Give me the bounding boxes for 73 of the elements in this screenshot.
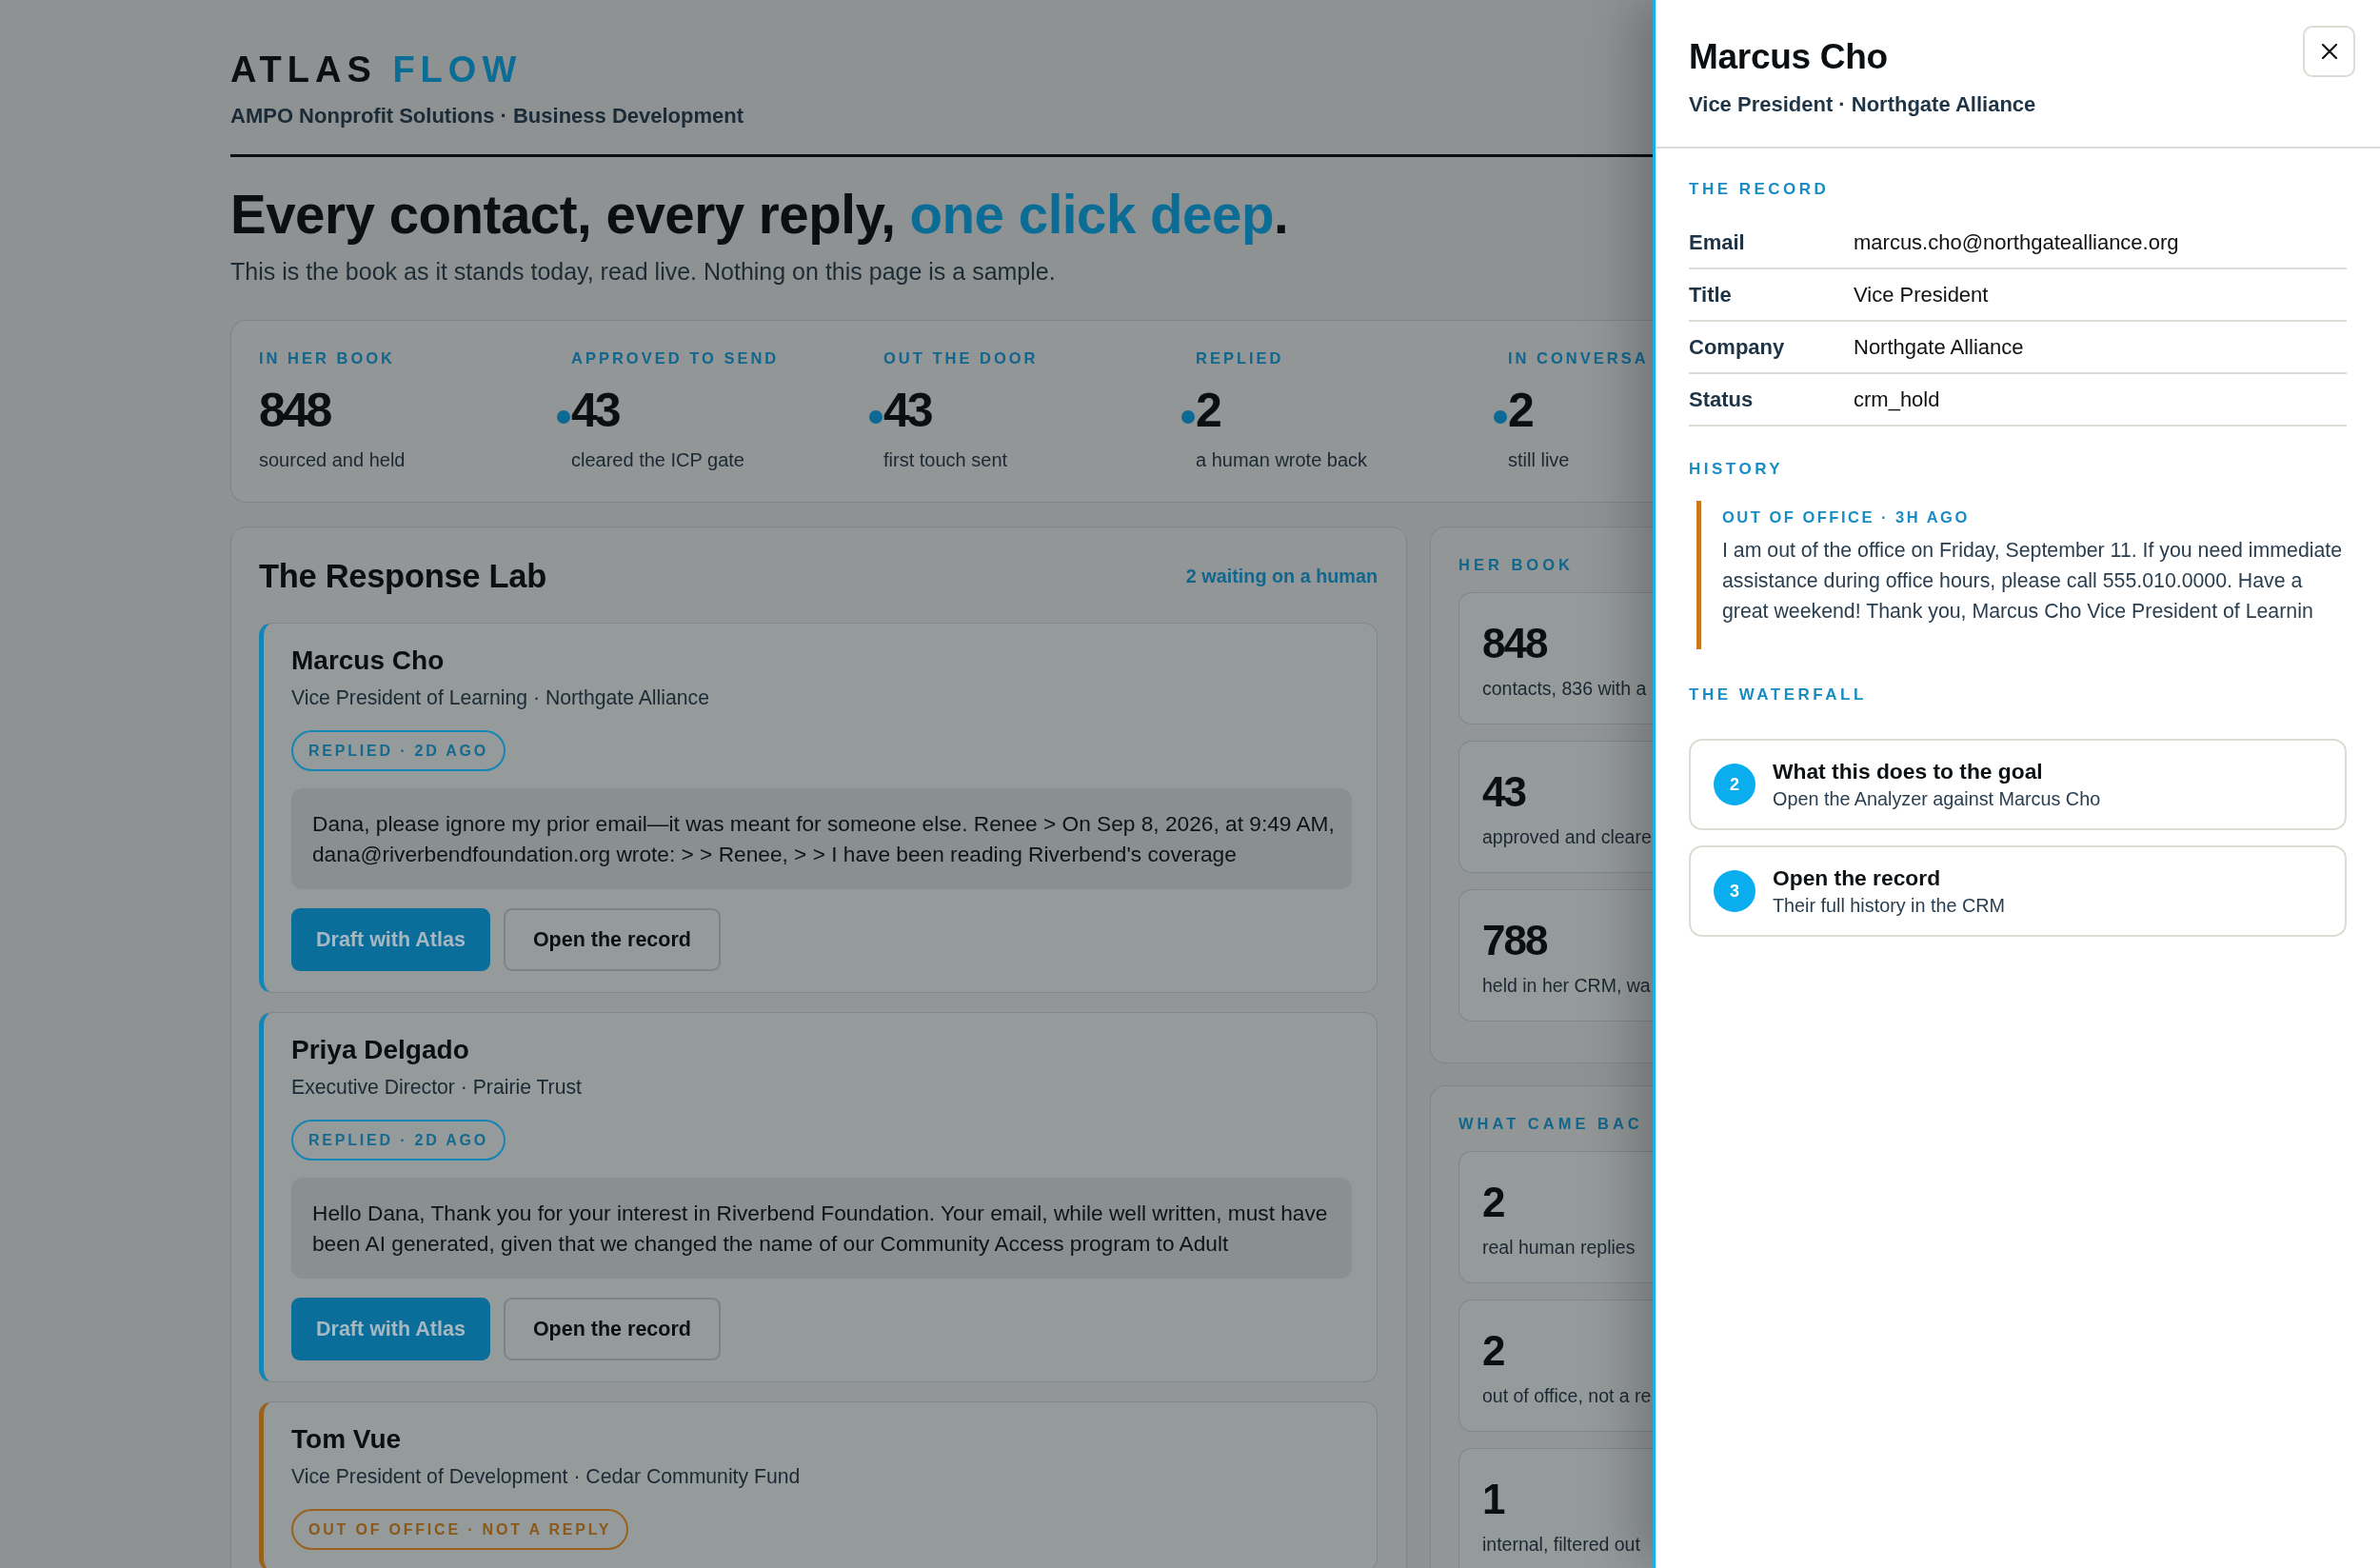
intro-text: This is the book as it stands today, read live. Nothing on this page is a sample.: [230, 257, 1056, 286]
contact-role: Executive Director · Prairie Trust: [291, 1075, 582, 1100]
field-label: Email: [1689, 230, 1745, 255]
field-label: Company: [1689, 335, 1785, 360]
waiting-count: 2 waiting on a human: [1185, 565, 1378, 587]
field-label: Status: [1689, 387, 1754, 412]
step-title: Open the record: [1773, 865, 1941, 890]
metric-value: 788: [1482, 919, 1547, 963]
stat-label: IN HER BOOK: [259, 348, 395, 367]
step-description: Open the Analyzer against Marcus Cho: [1773, 787, 2101, 810]
step-title: What this does to the goal: [1773, 759, 2043, 784]
metric-value: 2: [1482, 1329, 1504, 1373]
stat-caption: a human wrote back: [1196, 449, 1368, 470]
panel-label: HER BOOK: [1458, 556, 1574, 573]
stat-label: REPLIED: [1196, 348, 1284, 367]
stat-value: 43: [571, 386, 619, 435]
section-title: THE WATERFALL: [1689, 686, 1867, 704]
stat-value: 848: [259, 386, 330, 435]
step-number: 3: [1714, 870, 1755, 912]
metric-value: 2: [1482, 1181, 1504, 1224]
contact-role: Vice President of Development · Cedar Community Fund: [291, 1464, 801, 1489]
panel-title: The Response Lab: [259, 557, 546, 595]
step-description: Their full history in the CRM: [1773, 894, 2006, 917]
close-button[interactable]: [2303, 26, 2355, 77]
section-title: THE RECORD: [1689, 181, 1830, 198]
status-tag: REPLIED · 2D AGO: [291, 1120, 506, 1161]
metric-caption: approved and cleare: [1482, 826, 1652, 847]
open-record-button[interactable]: Open the record: [503, 1298, 721, 1360]
stat-value: 2: [1508, 386, 1532, 435]
metric-caption: real human replies: [1482, 1237, 1636, 1258]
contact-name: Priya Delgado: [291, 1034, 469, 1066]
stat-caption: sourced and held: [259, 449, 406, 470]
stat-label: APPROVED TO SEND: [571, 348, 780, 367]
field-value: Northgate Alliance: [1854, 335, 2024, 360]
organization-subtitle: AMPO Nonprofit Solutions · Business Development: [230, 105, 744, 128]
stat-value: 2: [1196, 386, 1220, 435]
waterfall-step[interactable]: 3 Open the record Their full history in the CRM: [1689, 845, 2347, 937]
contact-role: Vice President of Learning · Northgate Alliance: [291, 685, 709, 710]
message-preview: Hello Dana, Thank you for your interest in Riverbend Foundation. Your email, while well written, must have been AI generated, given that we changed the name of our Community Access program to Adult: [291, 1178, 1352, 1279]
metric-caption: contacts, 836 with a: [1482, 678, 1647, 699]
history-text: I am out of the office on Friday, September 11. If you need immediate assistance during office hours, please call 555.010.0000. Have a great weekend! Thank you, Marcus Cho Vice President of Learnin: [1722, 538, 2344, 625]
drawer-subtitle: Vice President · Northgate Alliance: [1689, 92, 2036, 117]
stat-value: 43: [883, 386, 931, 435]
stat-label: OUT THE DOOR: [883, 348, 1039, 367]
metric-caption: internal, filtered out: [1482, 1534, 1640, 1555]
status-tag: OUT OF OFFICE · NOT A REPLY: [291, 1509, 629, 1550]
panel-label: WHAT CAME BAC: [1458, 1115, 1643, 1132]
metric-value: 848: [1482, 622, 1547, 665]
open-record-button[interactable]: Open the record: [503, 908, 721, 971]
drawer-title: Marcus Cho: [1689, 36, 1889, 78]
metric-value: 1: [1482, 1478, 1504, 1521]
metric-caption: held in her CRM, wa: [1482, 975, 1651, 996]
status-tag: REPLIED · 2D AGO: [291, 730, 506, 771]
contact-name: Marcus Cho: [291, 645, 445, 677]
field-value: marcus.cho@northgatealliance.org: [1854, 230, 2179, 255]
metric-value: 43: [1482, 770, 1525, 814]
brand-name: ATLAS FLOW: [230, 49, 523, 90]
step-number: 2: [1714, 764, 1755, 805]
message-preview: Dana, please ignore my prior email—it was meant for someone else. Renee > On Sep 8, 2026, at 9:49 AM, dana@riverbendfoundation.org wrote: > > Renee, > > I have been reading Riverbend's coverage: [291, 788, 1352, 889]
field-label: Title: [1689, 283, 1732, 308]
stat-caption: cleared the ICP gate: [571, 449, 744, 470]
section-title: HISTORY: [1689, 461, 1784, 478]
stat-caption: still live: [1508, 449, 1570, 470]
field-value: Vice President: [1854, 283, 1989, 308]
stat-label: IN CONVERSA: [1508, 348, 1649, 367]
waterfall-step[interactable]: 2 What this does to the goal Open the Analyzer against Marcus Cho: [1689, 739, 2347, 830]
field-value: crm_hold: [1854, 387, 1940, 412]
contact-name: Tom Vue: [291, 1423, 402, 1456]
stat-caption: first touch sent: [883, 449, 1008, 470]
headline: Every contact, every reply, one click deep.: [230, 184, 1289, 247]
close-icon: [2321, 44, 2337, 59]
history-label: OUT OF OFFICE · 3H AGO: [1722, 508, 1970, 526]
metric-caption: out of office, not a re: [1482, 1385, 1652, 1406]
